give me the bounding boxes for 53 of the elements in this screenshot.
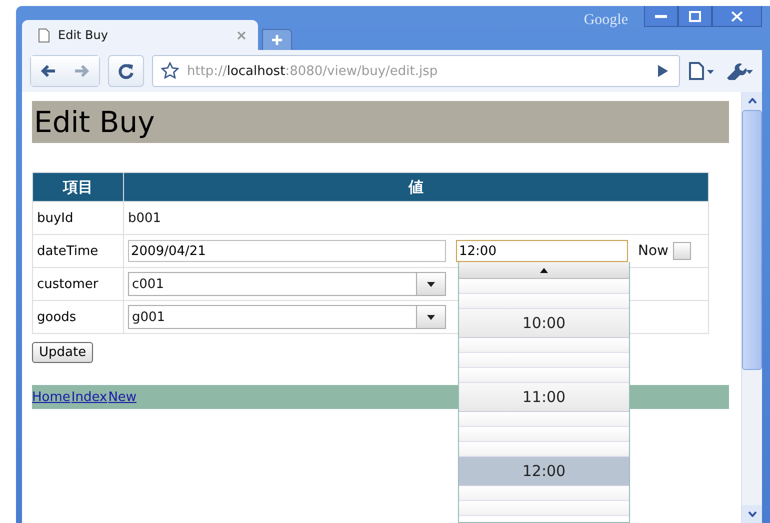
time-option[interactable]: 12:00 (459, 457, 629, 486)
nav-link[interactable]: Index (71, 390, 108, 404)
back-button[interactable] (31, 56, 65, 86)
field-label: dateTime (32, 234, 124, 268)
scrollbar[interactable] (741, 92, 762, 523)
page-icon (38, 28, 50, 42)
now-label: Now (638, 243, 668, 259)
star-icon[interactable] (161, 62, 179, 80)
back-arrow-icon (40, 64, 56, 78)
field-label: buyId (32, 202, 124, 234)
field-value: b001 (128, 210, 162, 226)
time-option[interactable] (459, 442, 629, 457)
browser-tab[interactable]: Edit Buy (22, 20, 258, 50)
page-menu-icon[interactable] (688, 62, 716, 80)
chevron-down-icon[interactable] (748, 511, 756, 517)
nav-link[interactable]: Home (32, 390, 70, 404)
column-header: 項目 (32, 172, 124, 202)
time-option[interactable] (459, 279, 629, 294)
forward-arrow-icon (74, 64, 90, 78)
close-button[interactable] (712, 6, 762, 27)
field-label: goods (32, 300, 124, 334)
caret-icon (427, 314, 435, 320)
now-checkbox[interactable] (672, 242, 690, 260)
minimize-button[interactable] (644, 6, 678, 27)
reload-icon (118, 63, 134, 79)
page-heading: Edit Buy (32, 101, 729, 143)
new-tab-button[interactable] (262, 29, 292, 50)
close-icon (731, 10, 743, 22)
date-field[interactable]: 2009/04/21 (128, 240, 446, 262)
play-icon[interactable] (657, 64, 669, 78)
close-icon[interactable] (237, 30, 246, 40)
field-label: customer (32, 268, 124, 300)
address-bar[interactable]: http://localhost:8080/view/buy/edit.jsp (152, 55, 680, 87)
select-field[interactable]: c001 (128, 272, 446, 296)
chevron-up-icon[interactable] (748, 98, 756, 104)
caret-up-icon (540, 268, 548, 272)
url-text: http://localhost:8080/view/buy/edit.jsp (187, 64, 439, 78)
minimize-icon (654, 13, 668, 19)
time-option[interactable]: 11:00 (459, 383, 629, 412)
nav-link[interactable]: New (108, 390, 137, 404)
time-option[interactable]: 10:00 (459, 309, 629, 338)
brand-label: Google (584, 12, 628, 29)
select-field[interactable]: g001 (128, 305, 446, 329)
update-button[interactable]: Update (32, 342, 94, 363)
time-field[interactable]: 12:00 (456, 240, 628, 262)
plus-icon (271, 34, 283, 46)
reload-button[interactable] (108, 55, 144, 87)
scroll-up-button[interactable] (459, 262, 629, 279)
maximize-button[interactable] (678, 6, 712, 27)
column-header: 値 (124, 172, 708, 202)
maximize-icon (689, 10, 701, 22)
time-option[interactable] (459, 486, 629, 501)
caret-icon (427, 282, 435, 286)
